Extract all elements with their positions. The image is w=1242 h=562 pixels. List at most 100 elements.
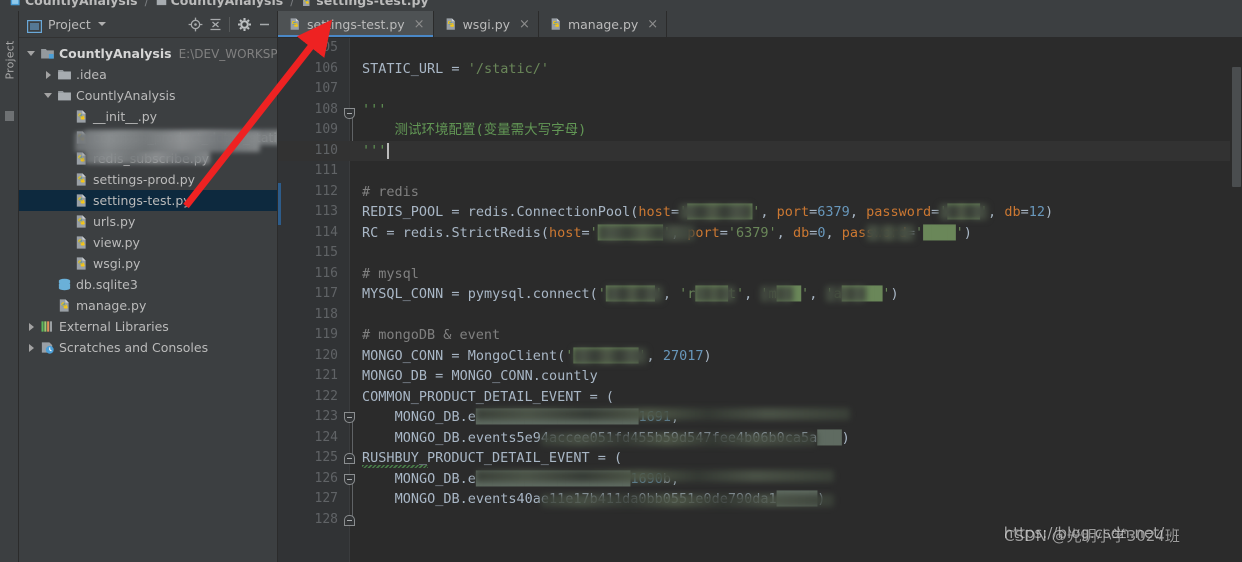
- close-icon[interactable]: ×: [647, 18, 658, 31]
- line-number[interactable]: 106: [278, 59, 338, 80]
- line-number[interactable]: 127: [278, 489, 338, 510]
- scrollbar-thumb[interactable]: [1232, 67, 1241, 187]
- line-number[interactable]: 113: [278, 202, 338, 223]
- line-number[interactable]: 128: [278, 510, 338, 531]
- line-number[interactable]: 122: [278, 387, 338, 408]
- line-number[interactable]: 116: [278, 264, 338, 285]
- redacted-overlay: [605, 286, 663, 302]
- line-number[interactable]: 126: [278, 469, 338, 490]
- project-tree[interactable]: CountlyAnalysis E:\DEV_WORKSPACE\ .idea Cou…: [19, 39, 278, 562]
- line-number[interactable]: 118: [278, 305, 338, 326]
- minimize-icon[interactable]: [254, 14, 274, 34]
- code-line: 116 # mysql: [278, 264, 1242, 285]
- tree-item[interactable]: db.sqlite3: [19, 274, 278, 295]
- tree-item[interactable]: Scratches and Consoles: [19, 337, 278, 358]
- redacted-overlay: [695, 286, 736, 302]
- code-line-text: MONGO_DB = MONGO_CONN.countly: [362, 368, 598, 384]
- project-panel-header: Project: [19, 11, 278, 38]
- python-file-icon: [549, 17, 563, 31]
- breadcrumb: CountlyAnalysis / CountlyAnalysis / settings…: [0, 0, 1242, 11]
- chevron-right-icon[interactable]: [27, 322, 37, 332]
- redacted-overlay: [939, 204, 988, 220]
- scratches-icon: [40, 340, 55, 355]
- line-number[interactable]: 120: [278, 346, 338, 367]
- chevron-right-icon[interactable]: [44, 70, 54, 80]
- code-line: 113 REDIS_POOL = redis.ConnectionPool(hos…: [278, 202, 1242, 223]
- tree-item[interactable]: External Libraries: [19, 316, 278, 337]
- code-line-text: MONGO_CONN = MongoClient('████████', 270…: [362, 347, 712, 364]
- tree-item[interactable]: CountlyAnalysis: [19, 85, 278, 106]
- close-icon[interactable]: ×: [519, 18, 530, 31]
- tree-item[interactable]: manage.py: [19, 295, 278, 316]
- code-editor[interactable]: 105 106 STATIC_URL = '/static/' 107 108 ''' 10…: [278, 38, 1242, 562]
- text-caret: [387, 142, 389, 159]
- tree-item[interactable]: settings-test.py: [19, 190, 278, 211]
- line-number[interactable]: 112: [278, 182, 338, 203]
- tree-item[interactable]: settings-prod.py: [19, 169, 278, 190]
- code-line-text: 测试环境配置(变量需大写字母): [362, 122, 587, 138]
- line-number[interactable]: 110: [278, 141, 338, 162]
- line-number[interactable]: 107: [278, 79, 338, 100]
- tree-item[interactable]: urls.py: [19, 211, 278, 232]
- chevron-down-icon[interactable]: [97, 22, 106, 26]
- close-icon[interactable]: ×: [414, 18, 425, 31]
- line-number[interactable]: 124: [278, 428, 338, 449]
- tree-item-label: __init__.py: [93, 109, 158, 124]
- breadcrumb-item[interactable]: settings-test.py: [301, 0, 429, 8]
- editor-tab-label: wsgi.py: [462, 16, 511, 32]
- python-file-icon: [74, 193, 89, 208]
- breadcrumb-item-label: settings-test.py: [316, 0, 429, 8]
- python-file-icon: [74, 256, 89, 271]
- tree-twisty-spacer: [61, 133, 71, 143]
- code-line-text: # mysql: [362, 265, 419, 282]
- code-line-text: ''': [362, 142, 387, 159]
- tree-twisty-spacer: [61, 217, 71, 227]
- tree-item[interactable]: CountlyAnalysis E:\DEV_WORKSPACE\: [19, 43, 278, 64]
- tree-item-label: db.sqlite3: [76, 277, 138, 292]
- tree-item[interactable]: view.py: [19, 232, 278, 253]
- editor-tab-bar: settings-test.py × wsgi.py × manage.py ×: [278, 11, 1242, 38]
- line-number[interactable]: 105: [278, 38, 338, 59]
- line-number[interactable]: 115: [278, 243, 338, 264]
- tree-twisty-spacer: [61, 259, 71, 269]
- chevron-down-icon[interactable]: [44, 91, 54, 101]
- tree-item[interactable]: .idea: [19, 64, 278, 85]
- project-tool-window-button[interactable]: Project: [4, 28, 17, 79]
- module-icon: [10, 0, 21, 6]
- editor-tab[interactable]: settings-test.py ×: [278, 11, 434, 37]
- collapse-all-button[interactable]: [205, 14, 225, 34]
- editor-tab[interactable]: wsgi.py ×: [434, 11, 539, 37]
- breadcrumb-item[interactable]: CountlyAnalysis: [10, 0, 138, 8]
- chevron-right-icon[interactable]: [27, 343, 37, 353]
- editor-scrollbar[interactable]: [1230, 65, 1242, 562]
- python-file-icon: [444, 17, 458, 31]
- line-number[interactable]: 123: [278, 407, 338, 428]
- tree-twisty-spacer: [61, 154, 71, 164]
- code-line: 115: [278, 243, 1242, 264]
- breadcrumb-item[interactable]: CountlyAnalysis: [156, 0, 283, 8]
- line-number[interactable]: 108: [278, 100, 338, 121]
- line-number[interactable]: 119: [278, 325, 338, 346]
- tree-twisty-spacer: [61, 175, 71, 185]
- chevron-down-icon[interactable]: [27, 49, 37, 59]
- locate-in-tree-button[interactable]: [185, 14, 205, 34]
- line-number[interactable]: 117: [278, 284, 338, 305]
- python-file-icon: [288, 17, 302, 31]
- line-number[interactable]: 111: [278, 161, 338, 182]
- line-number[interactable]: 114: [278, 223, 338, 244]
- line-number[interactable]: 109: [278, 120, 338, 141]
- code-line-text: STATIC_URL = '/static/': [362, 60, 549, 77]
- tree-item[interactable]: __init__.py: [19, 106, 278, 127]
- tab-bar-empty-area: [667, 11, 1242, 37]
- code-line-text: ''': [362, 101, 387, 118]
- gear-icon[interactable]: [234, 14, 254, 34]
- tree-item-path: E:\DEV_WORKSPACE\: [178, 46, 278, 61]
- line-number[interactable]: 121: [278, 366, 338, 387]
- tree-item-label: Scratches and Consoles: [59, 340, 209, 355]
- code-line: 114RC = redis.StrictRedis(host='████████…: [278, 223, 1242, 244]
- tree-item-label: External Libraries: [59, 319, 169, 334]
- tree-item[interactable]: wsgi.py: [19, 253, 278, 274]
- code-line: 108 ''': [278, 100, 1242, 121]
- editor-tab[interactable]: manage.py ×: [539, 11, 668, 37]
- line-number[interactable]: 125: [278, 448, 338, 469]
